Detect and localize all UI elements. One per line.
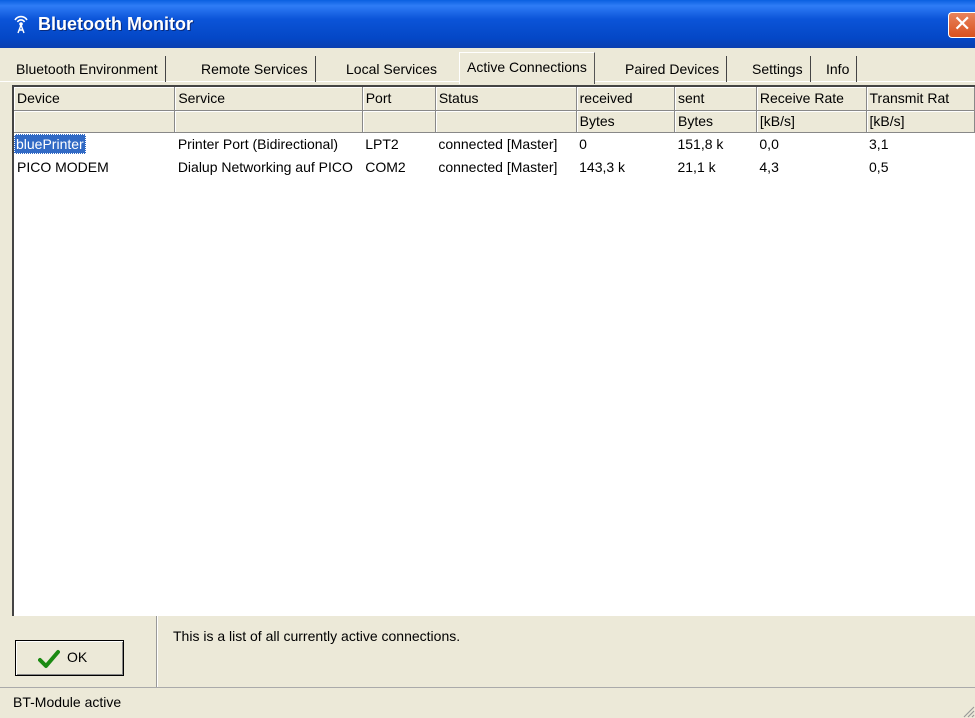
status-text: BT-Module active xyxy=(13,694,122,710)
cell-transmit-rate: 3,1 xyxy=(869,135,889,152)
unit-port xyxy=(362,110,436,133)
unit-transmit-rate: [kB/s] xyxy=(866,110,975,133)
cell-status: connected [Master] xyxy=(438,158,558,175)
cell-device[interactable]: PICO MODEM xyxy=(14,155,175,178)
table-row[interactable]: bluePrinter Printer Port (Bidirectional)… xyxy=(14,132,975,155)
cell-received: 0 xyxy=(579,135,587,152)
cell-received: 143,3 k xyxy=(579,158,626,175)
column-header-received[interactable]: received xyxy=(576,87,675,111)
tab-local-services[interactable]: Local Services xyxy=(339,56,444,82)
cell-receive-rate: 4,3 xyxy=(759,158,779,175)
status-bar: BT-Module active xyxy=(0,687,975,718)
divider xyxy=(156,616,158,687)
cell-device[interactable]: bluePrinter xyxy=(14,132,175,155)
table-header-row: Device Service Port Status received sent… xyxy=(14,87,975,111)
unit-service xyxy=(174,110,363,133)
unit-status xyxy=(435,110,577,133)
column-header-transmit-rate[interactable]: Transmit Rat xyxy=(866,87,975,111)
bluetooth-monitor-window: Bluetooth Monitor ✕ Bluetooth Environmen… xyxy=(0,0,975,718)
tab-remote-services[interactable]: Remote Services xyxy=(194,56,316,82)
cell-status: connected [Master] xyxy=(438,135,558,152)
unit-sent: Bytes xyxy=(674,110,757,133)
column-header-sent[interactable]: sent xyxy=(674,87,757,111)
info-text: This is a list of all currently active c… xyxy=(173,628,461,644)
tab-active-connections[interactable]: Active Connections xyxy=(459,52,595,84)
close-icon: ✕ xyxy=(953,12,972,37)
ok-button-label: OK xyxy=(67,649,88,665)
column-header-receive-rate[interactable]: Receive Rate xyxy=(756,87,867,111)
unit-received: Bytes xyxy=(576,110,675,133)
column-header-service[interactable]: Service xyxy=(174,87,363,111)
bluetooth-antenna-icon xyxy=(14,15,28,34)
connections-list-panel[interactable]: Device Service Port Status received sent… xyxy=(12,85,975,616)
selected-device-name[interactable]: bluePrinter xyxy=(14,133,86,154)
column-header-device[interactable]: Device xyxy=(14,87,176,111)
unit-receive-rate: [kB/s] xyxy=(756,110,867,133)
window-title: Bluetooth Monitor xyxy=(38,14,193,34)
cell-port: COM2 xyxy=(365,158,406,175)
close-button[interactable]: ✕ xyxy=(948,12,975,38)
column-header-status[interactable]: Status xyxy=(435,87,577,111)
connections-table: Device Service Port Status received sent… xyxy=(14,87,975,178)
cell-service: Dialup Networking auf PICO xyxy=(177,158,353,175)
tab-paired-devices[interactable]: Paired Devices xyxy=(618,56,728,82)
checkmark-icon xyxy=(38,650,60,668)
unit-device xyxy=(14,110,176,133)
ok-button[interactable]: OK xyxy=(15,640,124,676)
title-bar[interactable]: Bluetooth Monitor ✕ xyxy=(0,0,975,48)
cell-transmit-rate: 0,5 xyxy=(869,158,889,175)
cell-sent: 21,1 k xyxy=(677,158,716,175)
cell-port: LPT2 xyxy=(365,135,399,152)
table-row[interactable]: PICO MODEM Dialup Networking auf PICO CO… xyxy=(14,155,975,178)
tab-settings[interactable]: Settings xyxy=(745,56,811,82)
table-units-row: Bytes Bytes [kB/s] [kB/s] xyxy=(14,110,975,133)
cell-service: Printer Port (Bidirectional) xyxy=(177,135,339,152)
bottom-panel: OK This is a list of all currently activ… xyxy=(0,616,975,687)
cell-receive-rate: 0,0 xyxy=(759,135,779,152)
tab-info[interactable]: Info xyxy=(819,56,858,82)
column-header-port[interactable]: Port xyxy=(362,87,436,111)
cell-sent: 151,8 k xyxy=(677,135,724,152)
tab-strip: Bluetooth Environment Remote Services Lo… xyxy=(9,52,975,84)
tab-bluetooth-environment[interactable]: Bluetooth Environment xyxy=(9,56,166,82)
resize-grip-icon[interactable] xyxy=(961,704,975,718)
